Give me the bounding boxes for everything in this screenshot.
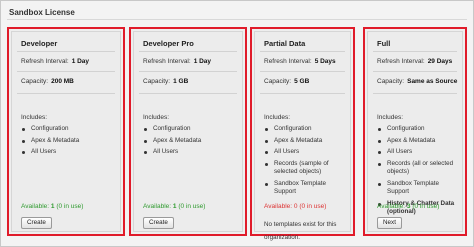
divider bbox=[17, 93, 115, 94]
available-label: Available: bbox=[143, 203, 172, 210]
includes-label: Includes: bbox=[143, 114, 170, 121]
capacity-label: Capacity: bbox=[143, 78, 171, 85]
available-count: 1 bbox=[50, 203, 55, 210]
section-title: Sandbox License bbox=[9, 8, 75, 17]
list-item: All Users bbox=[21, 148, 115, 157]
list-item: All Users bbox=[143, 148, 237, 157]
list-item: All Users bbox=[264, 148, 345, 157]
refresh-interval-value: 1 Day bbox=[193, 58, 212, 65]
refresh-interval-row: Refresh Interval: 1 Day bbox=[21, 58, 114, 65]
card-title: Partial Data bbox=[264, 39, 306, 48]
card-body: Full Refresh Interval: 29 Days Capacity: S… bbox=[367, 31, 463, 232]
availability-status: Available: 3 (0 in use) bbox=[377, 203, 439, 210]
list-item: Sandbox Template Support bbox=[264, 180, 345, 197]
no-templates-message: No templates exist for this organization… bbox=[264, 221, 337, 241]
availability-status: Available: 0 (0 in use) bbox=[264, 203, 326, 210]
card-body: Partial Data Refresh Interval: 5 Days Cap… bbox=[254, 31, 351, 241]
card-body: Developer Pro Refresh Interval: 1 Day Cap… bbox=[133, 31, 243, 232]
refresh-interval-value: 1 Day bbox=[71, 58, 90, 65]
available-count: 1 bbox=[172, 203, 177, 210]
title-divider bbox=[7, 19, 467, 20]
capacity-value: 1 GB bbox=[173, 78, 189, 85]
divider bbox=[139, 71, 237, 72]
in-use-count: (0 in use) bbox=[412, 203, 440, 210]
capacity-value: 200 MB bbox=[51, 78, 74, 85]
create-button[interactable]: Create bbox=[143, 217, 174, 229]
list-item: Records (all or selected objects) bbox=[377, 160, 457, 177]
license-card-partial-data: Partial Data Refresh Interval: 5 Days Cap… bbox=[250, 27, 355, 241]
includes-label: Includes: bbox=[377, 114, 404, 121]
refresh-interval-label: Refresh Interval: bbox=[264, 58, 312, 65]
next-button[interactable]: Next bbox=[377, 217, 402, 229]
refresh-interval-value: 29 Days bbox=[427, 58, 453, 65]
includes-label: Includes: bbox=[264, 114, 291, 121]
divider bbox=[373, 51, 457, 52]
license-card-developer-pro: Developer Pro Refresh Interval: 1 Day Cap… bbox=[129, 27, 247, 236]
refresh-interval-row: Refresh Interval: 1 Day bbox=[143, 58, 236, 65]
list-item: Apex & Metadata bbox=[377, 137, 457, 146]
card-body: Developer Refresh Interval: 1 Day Capacit… bbox=[11, 31, 121, 232]
capacity-row: Capacity: 200 MB bbox=[21, 78, 114, 85]
divider bbox=[17, 71, 115, 72]
list-item: All Users bbox=[377, 148, 457, 157]
availability-status: Available: 1 (0 in use) bbox=[143, 203, 205, 210]
divider bbox=[373, 71, 457, 72]
list-item: Configuration bbox=[377, 125, 457, 134]
capacity-row: Capacity: Same as Source bbox=[377, 78, 458, 85]
divider bbox=[260, 51, 345, 52]
card-title: Developer bbox=[21, 39, 58, 48]
available-count: 0 bbox=[293, 203, 298, 210]
available-label: Available: bbox=[21, 203, 50, 210]
available-label: Available: bbox=[264, 203, 293, 210]
list-item: Configuration bbox=[143, 125, 237, 134]
capacity-row: Capacity: 5 GB bbox=[264, 78, 344, 85]
divider bbox=[373, 93, 457, 94]
refresh-interval-row: Refresh Interval: 29 Days bbox=[377, 58, 456, 65]
in-use-count: (0 in use) bbox=[178, 203, 206, 210]
capacity-value: Same as Source bbox=[407, 78, 458, 85]
capacity-label: Capacity: bbox=[264, 78, 292, 85]
includes-list: Configuration Apex & Metadata All Users bbox=[143, 125, 237, 160]
divider bbox=[139, 93, 237, 94]
list-item: Sandbox Template Support bbox=[377, 180, 457, 197]
license-card-developer: Developer Refresh Interval: 1 Day Capacit… bbox=[7, 27, 125, 236]
refresh-interval-label: Refresh Interval: bbox=[377, 58, 425, 65]
list-item: Configuration bbox=[264, 125, 345, 134]
in-use-count: (0 in use) bbox=[299, 203, 327, 210]
divider bbox=[17, 51, 115, 52]
available-label: Available: bbox=[377, 203, 406, 210]
in-use-count: (0 in use) bbox=[56, 203, 84, 210]
list-item: Configuration bbox=[21, 125, 115, 134]
divider bbox=[260, 93, 345, 94]
refresh-interval-value: 5 Days bbox=[314, 58, 336, 65]
available-count: 3 bbox=[406, 203, 411, 210]
refresh-interval-row: Refresh Interval: 5 Days bbox=[264, 58, 344, 65]
capacity-label: Capacity: bbox=[21, 78, 49, 85]
list-item: Apex & Metadata bbox=[264, 137, 345, 146]
refresh-interval-label: Refresh Interval: bbox=[143, 58, 191, 65]
includes-list: Configuration Apex & Metadata All Users bbox=[21, 125, 115, 160]
divider bbox=[139, 51, 237, 52]
card-title: Developer Pro bbox=[143, 39, 194, 48]
sandbox-license-panel: Sandbox License Developer Refresh Interv… bbox=[0, 0, 474, 247]
card-title: Full bbox=[377, 39, 391, 48]
includes-label: Includes: bbox=[21, 114, 48, 121]
divider bbox=[260, 71, 345, 72]
capacity-label: Capacity: bbox=[377, 78, 405, 85]
license-card-full: Full Refresh Interval: 29 Days Capacity: S… bbox=[363, 27, 467, 236]
list-item: Apex & Metadata bbox=[21, 137, 115, 146]
includes-list: Configuration Apex & Metadata All Users … bbox=[264, 125, 345, 200]
capacity-row: Capacity: 1 GB bbox=[143, 78, 236, 85]
availability-status: Available: 1 (0 in use) bbox=[21, 203, 83, 210]
create-button[interactable]: Create bbox=[21, 217, 52, 229]
list-item: Records (sample of selected objects) bbox=[264, 160, 345, 177]
list-item: Apex & Metadata bbox=[143, 137, 237, 146]
refresh-interval-label: Refresh Interval: bbox=[21, 58, 69, 65]
capacity-value: 5 GB bbox=[294, 78, 310, 85]
